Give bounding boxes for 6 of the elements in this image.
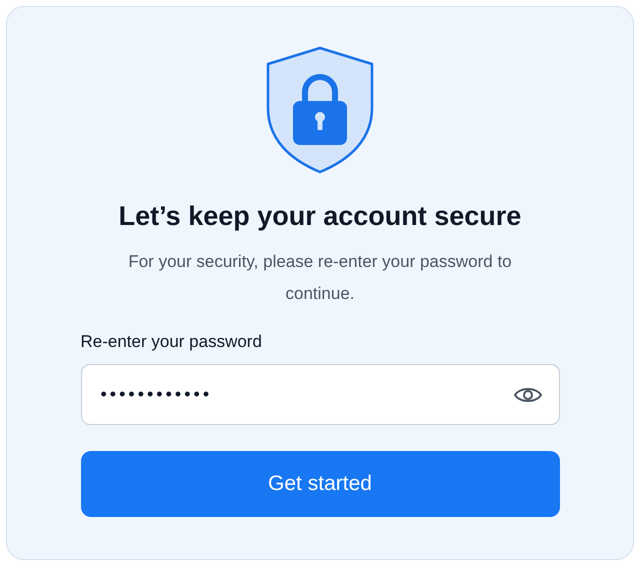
field-label: Re-enter your password	[80, 331, 263, 353]
shield-lock-icon	[265, 46, 375, 174]
page-title: Let’s keep your account secure	[118, 200, 522, 233]
get-started-button[interactable]: Get started	[80, 451, 560, 517]
password-field[interactable]: ••••••••••••	[80, 364, 560, 425]
message-text: For your security, please re-enter your password to continue.	[127, 251, 513, 305]
